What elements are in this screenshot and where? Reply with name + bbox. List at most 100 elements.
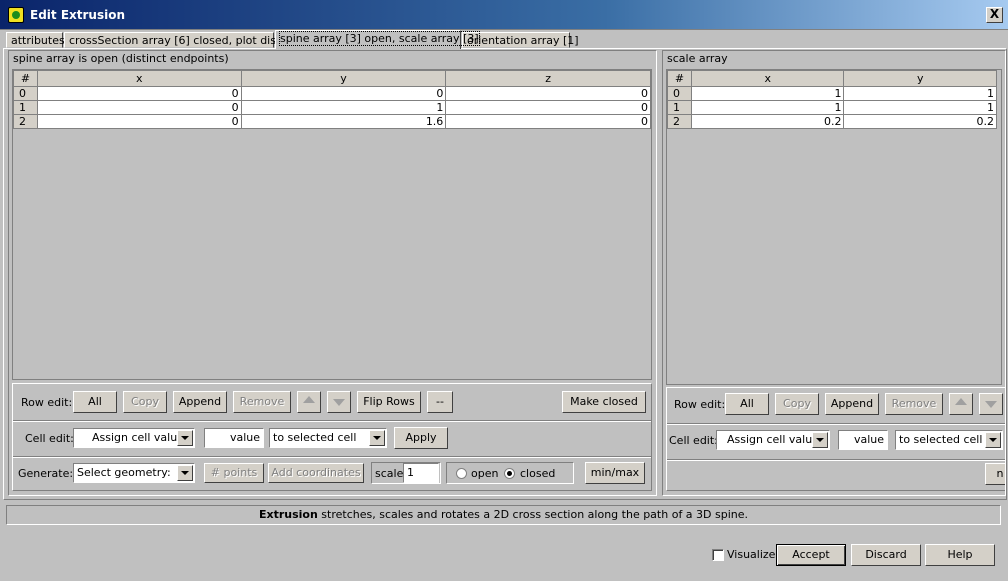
table-cell[interactable]: 0.2	[690, 114, 845, 129]
scale-group: scale 1	[371, 462, 441, 484]
row-number: 1	[13, 100, 38, 115]
open-radio[interactable]	[456, 468, 467, 479]
cell-edit-label: Cell edit:	[669, 434, 718, 447]
open-closed-group: open closed	[446, 462, 574, 484]
table-cell[interactable]: 0	[445, 100, 651, 115]
table-cell[interactable]: 1	[240, 100, 447, 115]
row-number: 1	[667, 100, 692, 115]
cell-edit-label: Cell edit:	[25, 432, 74, 445]
dash-button[interactable]: --	[427, 391, 453, 413]
chevron-down-icon	[177, 465, 193, 481]
table-cell[interactable]: 0	[36, 100, 242, 115]
value-input[interactable]: value	[838, 430, 888, 450]
table-cell[interactable]: 1	[690, 100, 845, 115]
window-title: Edit Extrusion	[30, 8, 125, 22]
status-text: stretches, scales and rotates a 2D cross…	[317, 508, 749, 521]
assign-cell-select[interactable]: Assign cell value:	[73, 428, 195, 448]
closed-label: closed	[520, 467, 556, 480]
table-cell[interactable]: 0	[36, 86, 242, 101]
move-down-icon[interactable]	[327, 391, 351, 413]
all-button[interactable]: All	[73, 391, 117, 413]
target-select[interactable]: to selected cell	[269, 428, 387, 448]
tab-cross-section[interactable]: crossSection array [6] closed, plot disp…	[64, 32, 299, 48]
flip-rows-button[interactable]: Flip Rows	[357, 391, 421, 413]
title-bar: Edit Extrusion X	[0, 0, 1008, 30]
tab-attributes[interactable]: attributes	[6, 32, 65, 48]
divider	[13, 456, 651, 458]
closed-radio[interactable]	[504, 468, 515, 479]
discard-button[interactable]: Discard	[851, 544, 921, 566]
target-select[interactable]: to selected cell	[895, 430, 1003, 450]
apply-button[interactable]: Apply	[394, 427, 448, 449]
append-button[interactable]: Append	[173, 391, 227, 413]
table-cell[interactable]: 0	[445, 114, 651, 129]
make-closed-button[interactable]: Make closed	[562, 391, 646, 413]
status-bold: Extrusion	[258, 508, 318, 521]
table-cell[interactable]: 0	[240, 86, 447, 101]
divider	[667, 459, 1005, 461]
row-edit-label: Row edit:	[21, 396, 73, 409]
visualize-checkbox[interactable]	[712, 549, 724, 561]
spine-title: spine array is open (distinct endpoints)	[13, 52, 229, 65]
move-down-icon[interactable]	[979, 393, 1003, 415]
spine-panel: spine array is open (distinct endpoints)…	[8, 50, 657, 496]
chevron-down-icon	[812, 432, 828, 448]
append-button[interactable]: Append	[825, 393, 879, 415]
scale-input[interactable]: 1	[403, 463, 439, 483]
column-header[interactable]: z	[445, 70, 651, 87]
table-row[interactable]: 2 0.2 0.2	[667, 114, 997, 129]
table-cell[interactable]: 1.6	[240, 114, 447, 129]
visualize-label: Visualize	[727, 548, 776, 561]
scale-table: # x y 0 1 1 1 1 1 2 0.2 0.2	[667, 70, 997, 129]
table-row[interactable]: 0 0 0 0	[13, 86, 651, 101]
column-header[interactable]: #	[13, 70, 38, 87]
close-button[interactable]: X	[986, 7, 1003, 23]
points-input[interactable]: # points	[204, 463, 264, 483]
table-cell[interactable]: 0	[36, 114, 242, 129]
divider	[13, 420, 651, 422]
remove-button[interactable]: Remove	[885, 393, 943, 415]
add-coordinates-button[interactable]: Add coordinates	[268, 463, 364, 483]
assign-cell-select[interactable]: Assign cell value:	[716, 430, 830, 450]
move-up-icon[interactable]	[297, 391, 321, 413]
row-number: 2	[13, 114, 38, 129]
scale-panel: scale array # x y 0 1 1 1 1 1 2 0.2 0.2	[662, 50, 1006, 496]
row-number: 0	[667, 86, 692, 101]
column-header[interactable]: y	[843, 70, 997, 87]
move-up-icon[interactable]	[949, 393, 973, 415]
app-icon	[8, 7, 24, 23]
copy-button[interactable]: Copy	[123, 391, 167, 413]
accept-button[interactable]: Accept	[776, 544, 846, 566]
table-cell[interactable]: 1	[843, 100, 997, 115]
table-row[interactable]: 1 0 1 0	[13, 100, 651, 115]
geometry-select[interactable]: Select geometry:	[73, 463, 195, 483]
min-max-button[interactable]: min/max	[585, 462, 645, 484]
scale-title: scale array	[667, 52, 728, 65]
column-header[interactable]: #	[667, 70, 692, 87]
help-button[interactable]: Help	[925, 544, 995, 566]
cut-off-button[interactable]: n	[985, 463, 1005, 485]
status-bar: Extrusion stretches, scales and rotates …	[6, 505, 1001, 525]
generate-label: Generate:	[18, 467, 74, 480]
table-cell[interactable]: 1	[690, 86, 845, 101]
table-cell[interactable]: 0.2	[843, 114, 997, 129]
open-label: open	[471, 467, 499, 480]
table-cell[interactable]: 0	[445, 86, 651, 101]
copy-button[interactable]: Copy	[775, 393, 819, 415]
table-row[interactable]: 2 0 1.6 0	[13, 114, 651, 129]
row-number: 2	[667, 114, 692, 129]
column-header[interactable]: y	[240, 70, 447, 87]
spine-table-area: # x y z 0 0 0 0 1 0 1 0 2 0 1.6 0	[12, 69, 652, 380]
table-cell[interactable]: 1	[843, 86, 997, 101]
chevron-down-icon	[985, 432, 1001, 448]
tab-spine-array[interactable]: spine array [3] open, scale array [3]	[275, 30, 480, 49]
value-input[interactable]: value	[204, 428, 264, 448]
table-row[interactable]: 0 1 1	[667, 86, 997, 101]
scale-table-area: # x y 0 1 1 1 1 1 2 0.2 0.2	[666, 69, 1002, 385]
column-header[interactable]: x	[36, 70, 242, 87]
remove-button[interactable]: Remove	[233, 391, 291, 413]
table-row[interactable]: 1 1 1	[667, 100, 997, 115]
column-header[interactable]: x	[690, 70, 845, 87]
spine-table: # x y z 0 0 0 0 1 0 1 0 2 0 1.6 0	[13, 70, 651, 129]
all-button[interactable]: All	[725, 393, 769, 415]
